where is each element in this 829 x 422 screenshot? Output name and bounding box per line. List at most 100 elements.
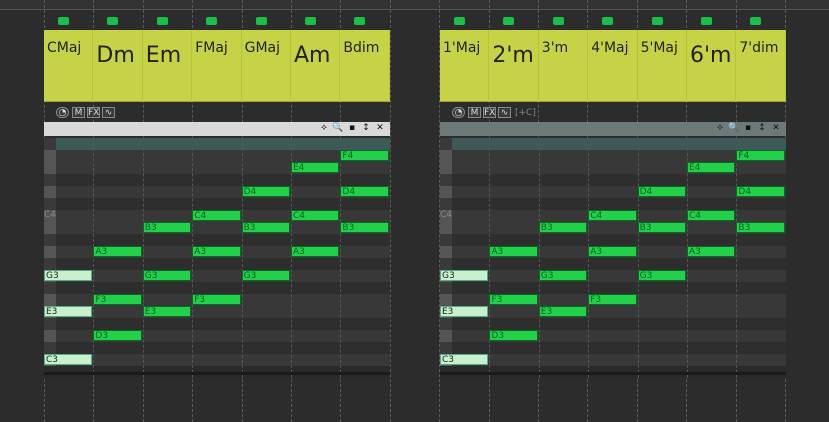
piano-key[interactable]	[44, 234, 56, 246]
chord-marker-icon[interactable]	[651, 17, 663, 25]
midi-note[interactable]: E3	[440, 306, 489, 317]
piano-key[interactable]	[440, 150, 452, 162]
chord-marker-icon[interactable]	[206, 17, 218, 25]
midi-note[interactable]: E3	[44, 306, 93, 317]
midi-note[interactable]: C3	[440, 354, 489, 365]
chord-marker-icon[interactable]	[354, 17, 366, 25]
roll-scrollbar[interactable]	[44, 372, 390, 375]
midi-note[interactable]: E3	[538, 306, 588, 317]
piano-key[interactable]	[440, 246, 452, 258]
flag-icon[interactable]: ▪	[742, 123, 754, 134]
midi-note[interactable]: A3	[93, 246, 142, 257]
piano-key[interactable]	[440, 138, 452, 150]
midi-note[interactable]: D4	[241, 186, 290, 197]
midi-note[interactable]: G3	[538, 270, 588, 281]
piano-key[interactable]	[44, 246, 56, 258]
piano-key[interactable]	[44, 258, 56, 270]
midi-note[interactable]: C3	[44, 354, 93, 365]
piano-key[interactable]	[440, 318, 452, 330]
midi-note[interactable]: A3	[192, 246, 241, 257]
fx-button[interactable]: FX	[483, 107, 496, 118]
piano-key[interactable]	[440, 222, 452, 234]
chord-marker-icon[interactable]	[156, 17, 168, 25]
envelope-icon[interactable]: ∿	[102, 107, 115, 118]
zoom-fit-icon[interactable]: ⟡	[318, 123, 330, 134]
expand-icon[interactable]: ↕	[360, 123, 372, 134]
piano-key[interactable]	[44, 318, 56, 330]
magnify-icon[interactable]: 🔍	[332, 123, 344, 134]
piano-key[interactable]	[440, 162, 452, 174]
chord-label[interactable]: FMaj	[192, 30, 242, 102]
piano-key[interactable]	[440, 282, 452, 294]
mute-button[interactable]: M	[72, 107, 85, 118]
timeline-ruler[interactable]	[0, 0, 829, 10]
midi-note[interactable]: A3	[588, 246, 637, 257]
piano-key[interactable]	[440, 330, 452, 342]
chord-marker-icon[interactable]	[701, 17, 712, 25]
midi-note[interactable]: F4	[340, 150, 389, 161]
chord-label[interactable]: 4'Maj	[588, 30, 638, 102]
clock-icon[interactable]: ◔	[56, 107, 69, 118]
piano-key[interactable]	[44, 222, 56, 234]
midi-note[interactable]: G3	[142, 270, 192, 281]
midi-note[interactable]: B3	[637, 222, 686, 233]
midi-note[interactable]: G3	[637, 270, 686, 281]
midi-note[interactable]: E3	[142, 306, 192, 317]
midi-note[interactable]: C4	[687, 210, 736, 221]
chord-marker-icon[interactable]	[454, 17, 465, 25]
piano-key[interactable]	[440, 234, 452, 246]
midi-note[interactable]: A3	[687, 246, 736, 257]
piano-key[interactable]	[44, 186, 56, 198]
clip-header[interactable]: ⟡ 🔍 ▪ ↕ ✕	[44, 122, 390, 136]
midi-note[interactable]: A3	[489, 246, 538, 257]
chord-label[interactable]: 1'Maj	[440, 30, 490, 102]
chord-label[interactable]: 6'm	[687, 30, 737, 102]
midi-note[interactable]: G3	[44, 270, 93, 281]
expand-icon[interactable]: ↕	[756, 123, 768, 134]
zoom-fit-icon[interactable]: ⟡	[714, 123, 726, 134]
piano-key[interactable]	[44, 282, 56, 294]
chord-label[interactable]: Bdim	[340, 30, 390, 102]
midi-note[interactable]: B3	[736, 222, 785, 233]
piano-key[interactable]	[44, 150, 56, 162]
piano-key[interactable]	[44, 174, 56, 186]
chord-marker-icon[interactable]	[552, 17, 564, 25]
midi-note[interactable]: B3	[241, 222, 290, 233]
piano-key[interactable]	[44, 138, 56, 150]
chord-label[interactable]: 3'm	[539, 30, 589, 102]
midi-note[interactable]: D4	[637, 186, 686, 197]
close-icon[interactable]: ✕	[770, 123, 782, 134]
piano-key[interactable]	[44, 342, 56, 354]
chord-label[interactable]: CMaj	[44, 30, 94, 102]
chord-marker-icon[interactable]	[503, 17, 515, 25]
chord-label[interactable]: 5'Maj	[638, 30, 687, 102]
midi-note[interactable]: D3	[489, 330, 538, 341]
midi-note[interactable]: F4	[736, 150, 785, 161]
roll-scrollbar[interactable]	[440, 372, 786, 375]
magnify-icon[interactable]: 🔍	[728, 123, 740, 134]
chord-marker-icon[interactable]	[255, 17, 267, 25]
midi-note[interactable]: D3	[93, 330, 142, 341]
envelope-icon[interactable]: ∿	[498, 107, 511, 118]
midi-note[interactable]: D4	[736, 186, 785, 197]
midi-note[interactable]: F3	[588, 294, 637, 305]
piano-roll-right[interactable]: C4 C3 E3 G3 D3 F3 A3 E3 G3 B3 F3 A3 C4 G3 B3 D4 A3 C4 E4 B3…	[440, 138, 786, 378]
piano-key[interactable]	[44, 162, 56, 174]
midi-note[interactable]: F3	[489, 294, 538, 305]
midi-note[interactable]: E4	[687, 162, 736, 173]
mute-button[interactable]: M	[468, 107, 481, 118]
chord-marker-icon[interactable]	[750, 17, 762, 25]
chord-label[interactable]: GMaj	[242, 30, 291, 102]
piano-key[interactable]	[44, 330, 56, 342]
flag-icon[interactable]: ▪	[346, 123, 358, 134]
clip-header[interactable]: ⟡ 🔍 ▪ ↕ ✕	[440, 122, 786, 136]
midi-note[interactable]: D4	[340, 186, 389, 197]
midi-note[interactable]: F3	[93, 294, 142, 305]
midi-note[interactable]: B3	[340, 222, 389, 233]
chord-marker-icon[interactable]	[107, 17, 119, 25]
piano-key[interactable]	[44, 198, 56, 210]
midi-note[interactable]: A3	[291, 246, 340, 257]
chord-marker-icon[interactable]	[305, 17, 316, 25]
piano-roll-left[interactable]: C4 C3 E3 G3 D3 F3 A3 E3 G3 B3 F3 A3 C4 G3 B3 D4 A3 C4 E4 B3…	[44, 138, 390, 378]
piano-key[interactable]	[440, 186, 452, 198]
